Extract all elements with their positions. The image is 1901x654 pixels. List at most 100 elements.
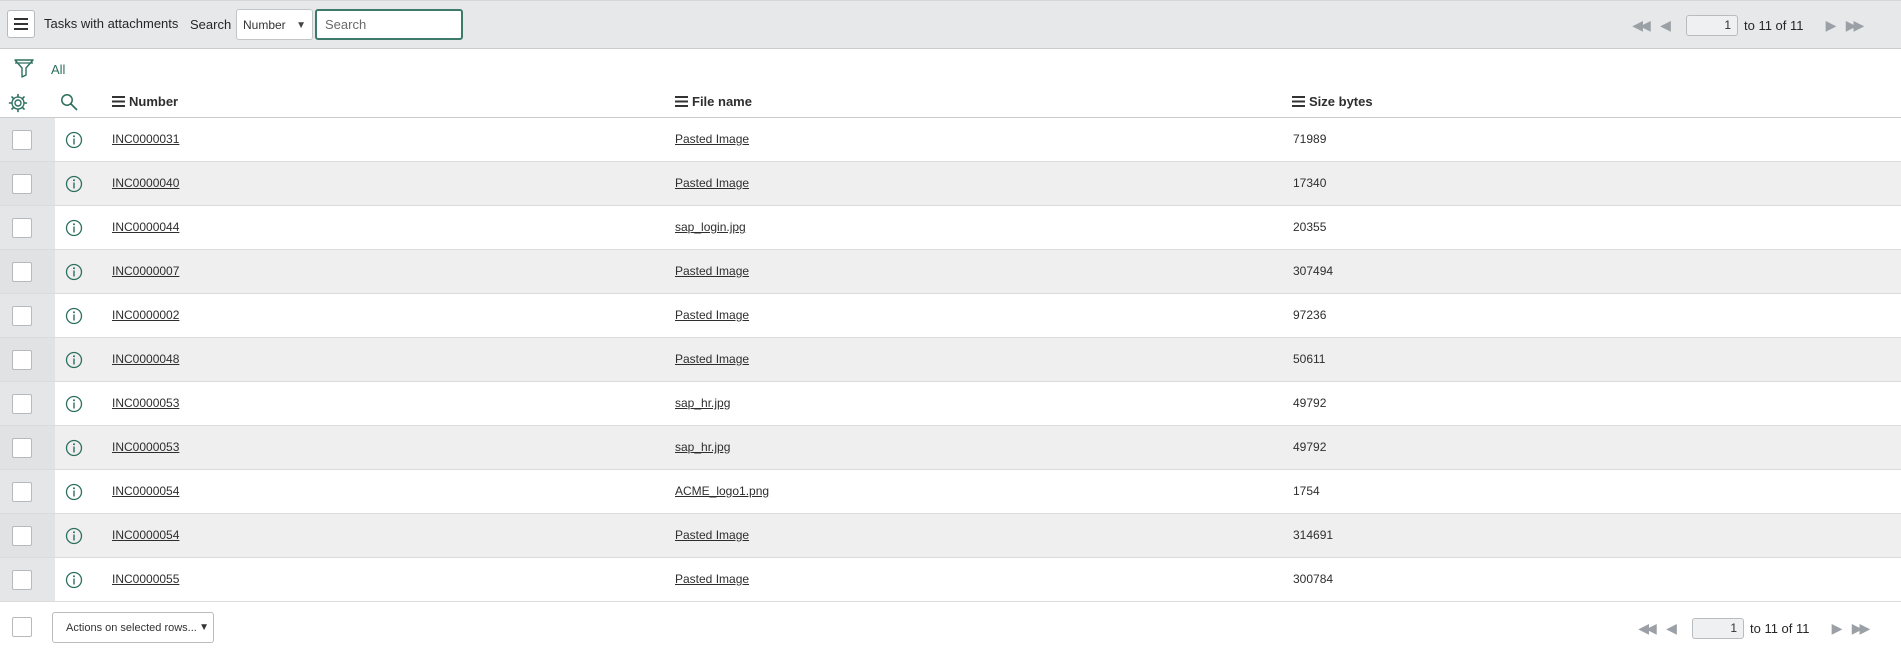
info-icon[interactable] xyxy=(65,351,83,369)
cell-file-name[interactable]: Pasted Image xyxy=(675,264,749,278)
info-icon[interactable] xyxy=(65,307,83,325)
table-body: INC0000031 Pasted Image 71989 INC0000040 Pas… xyxy=(0,118,1901,602)
row-info-button[interactable] xyxy=(65,263,83,286)
row-info-button[interactable] xyxy=(65,483,83,506)
row-info-button[interactable] xyxy=(65,131,83,154)
row-info-button[interactable] xyxy=(65,571,83,594)
row-info-button[interactable] xyxy=(65,395,83,418)
column-header-file-name[interactable]: File name xyxy=(675,94,752,109)
cell-file-name[interactable]: sap_hr.jpg xyxy=(675,396,730,410)
cell-number[interactable]: INC0000007 xyxy=(112,264,179,278)
row-info-button[interactable] xyxy=(65,175,83,198)
cell-size-bytes: 49792 xyxy=(1293,440,1327,454)
breadcrumb-all[interactable]: All xyxy=(51,62,65,77)
row-checkbox[interactable] xyxy=(12,526,32,546)
first-page-icon[interactable]: ◀◀ xyxy=(1634,620,1658,637)
info-icon[interactable] xyxy=(65,175,83,193)
cell-file-name[interactable]: Pasted Image xyxy=(675,176,749,190)
cell-number[interactable]: INC0000055 xyxy=(112,572,179,586)
column-menu-icon[interactable] xyxy=(112,96,125,107)
cell-number[interactable]: INC0000044 xyxy=(112,220,179,234)
column-menu-icon[interactable] xyxy=(675,96,688,107)
actions-select[interactable]: Actions on selected rows... ▼ xyxy=(52,612,214,643)
search-icon[interactable] xyxy=(60,93,78,111)
cell-number[interactable]: INC0000053 xyxy=(112,440,179,454)
cell-file-name[interactable]: Pasted Image xyxy=(675,308,749,322)
page-range: to 11 of 11 xyxy=(1750,620,1810,636)
row-checkbox-cell xyxy=(0,162,55,205)
info-icon[interactable] xyxy=(65,395,83,413)
next-page-icon[interactable]: ▶ xyxy=(1818,17,1842,34)
row-checkbox-cell xyxy=(0,382,55,425)
cell-number[interactable]: INC0000031 xyxy=(112,132,179,146)
row-checkbox[interactable] xyxy=(12,130,32,150)
info-icon[interactable] xyxy=(65,527,83,545)
chevron-down-icon: ▼ xyxy=(296,20,306,31)
row-checkbox[interactable] xyxy=(12,394,32,414)
context-menu-button[interactable] xyxy=(7,10,35,38)
cell-file-name[interactable]: Pasted Image xyxy=(675,528,749,542)
gear-icon[interactable] xyxy=(8,93,28,113)
column-header-size-bytes[interactable]: Size bytes xyxy=(1292,94,1373,109)
table-row: INC0000053 sap_hr.jpg 49792 xyxy=(0,382,1901,426)
last-page-icon[interactable]: ▶▶ xyxy=(1848,620,1872,637)
info-icon[interactable] xyxy=(65,439,83,457)
search-field-select[interactable]: Number ▼ xyxy=(236,9,313,40)
row-info-button[interactable] xyxy=(65,439,83,462)
cell-size-bytes: 49792 xyxy=(1293,396,1327,410)
row-checkbox-cell xyxy=(0,118,55,161)
list-view: Tasks with attachments Search Number ▼ ◀… xyxy=(0,0,1901,654)
row-checkbox-cell xyxy=(0,206,55,249)
row-checkbox[interactable] xyxy=(12,174,32,194)
page-number-input[interactable] xyxy=(1686,14,1738,36)
row-checkbox[interactable] xyxy=(12,306,32,326)
row-checkbox[interactable] xyxy=(12,438,32,458)
cell-file-name[interactable]: Pasted Image xyxy=(675,132,749,146)
info-icon[interactable] xyxy=(65,219,83,237)
info-icon[interactable] xyxy=(65,483,83,501)
next-page-icon[interactable]: ▶ xyxy=(1824,620,1848,637)
row-info-button[interactable] xyxy=(65,527,83,550)
row-info-button[interactable] xyxy=(65,351,83,374)
table-row: INC0000048 Pasted Image 50611 xyxy=(0,338,1901,382)
cell-file-name[interactable]: ACME_logo1.png xyxy=(675,484,769,498)
last-page-icon[interactable]: ▶▶ xyxy=(1842,17,1866,34)
first-page-icon[interactable]: ◀◀ xyxy=(1628,17,1652,34)
cell-file-name[interactable]: sap_hr.jpg xyxy=(675,440,730,454)
table-row: INC0000055 Pasted Image 300784 xyxy=(0,558,1901,602)
cell-size-bytes: 314691 xyxy=(1293,528,1334,542)
page-number-input[interactable] xyxy=(1692,617,1744,639)
select-all-checkbox[interactable] xyxy=(12,617,32,637)
row-checkbox[interactable] xyxy=(12,482,32,502)
search-input[interactable] xyxy=(315,9,463,40)
cell-number[interactable]: INC0000040 xyxy=(112,176,179,190)
list-title[interactable]: Tasks with attachments xyxy=(44,16,178,31)
row-checkbox[interactable] xyxy=(12,350,32,370)
row-info-button[interactable] xyxy=(65,219,83,242)
cell-number[interactable]: INC0000002 xyxy=(112,308,179,322)
prev-page-icon[interactable]: ◀ xyxy=(1652,17,1676,34)
cell-file-name[interactable]: Pasted Image xyxy=(675,572,749,586)
cell-number[interactable]: INC0000053 xyxy=(112,396,179,410)
row-info-button[interactable] xyxy=(65,307,83,330)
column-header-number[interactable]: Number xyxy=(112,94,178,109)
row-checkbox[interactable] xyxy=(12,262,32,282)
cell-size-bytes: 50611 xyxy=(1293,352,1326,366)
cell-file-name[interactable]: Pasted Image xyxy=(675,352,749,366)
info-icon[interactable] xyxy=(65,571,83,589)
table-header: Number File name Size bytes xyxy=(0,84,1901,118)
cell-number[interactable]: INC0000054 xyxy=(112,484,179,498)
prev-page-icon[interactable]: ◀ xyxy=(1658,620,1682,637)
row-checkbox[interactable] xyxy=(12,570,32,590)
row-checkbox-cell xyxy=(0,514,55,557)
cell-file-name[interactable]: sap_login.jpg xyxy=(675,220,746,234)
row-checkbox[interactable] xyxy=(12,218,32,238)
info-icon[interactable] xyxy=(65,263,83,281)
cell-number[interactable]: INC0000048 xyxy=(112,352,179,366)
table-row: INC0000054 Pasted Image 314691 xyxy=(0,514,1901,558)
info-icon[interactable] xyxy=(65,131,83,149)
column-menu-icon[interactable] xyxy=(1292,96,1305,107)
funnel-icon[interactable] xyxy=(13,57,35,79)
column-label: Size bytes xyxy=(1309,94,1373,109)
cell-number[interactable]: INC0000054 xyxy=(112,528,179,542)
